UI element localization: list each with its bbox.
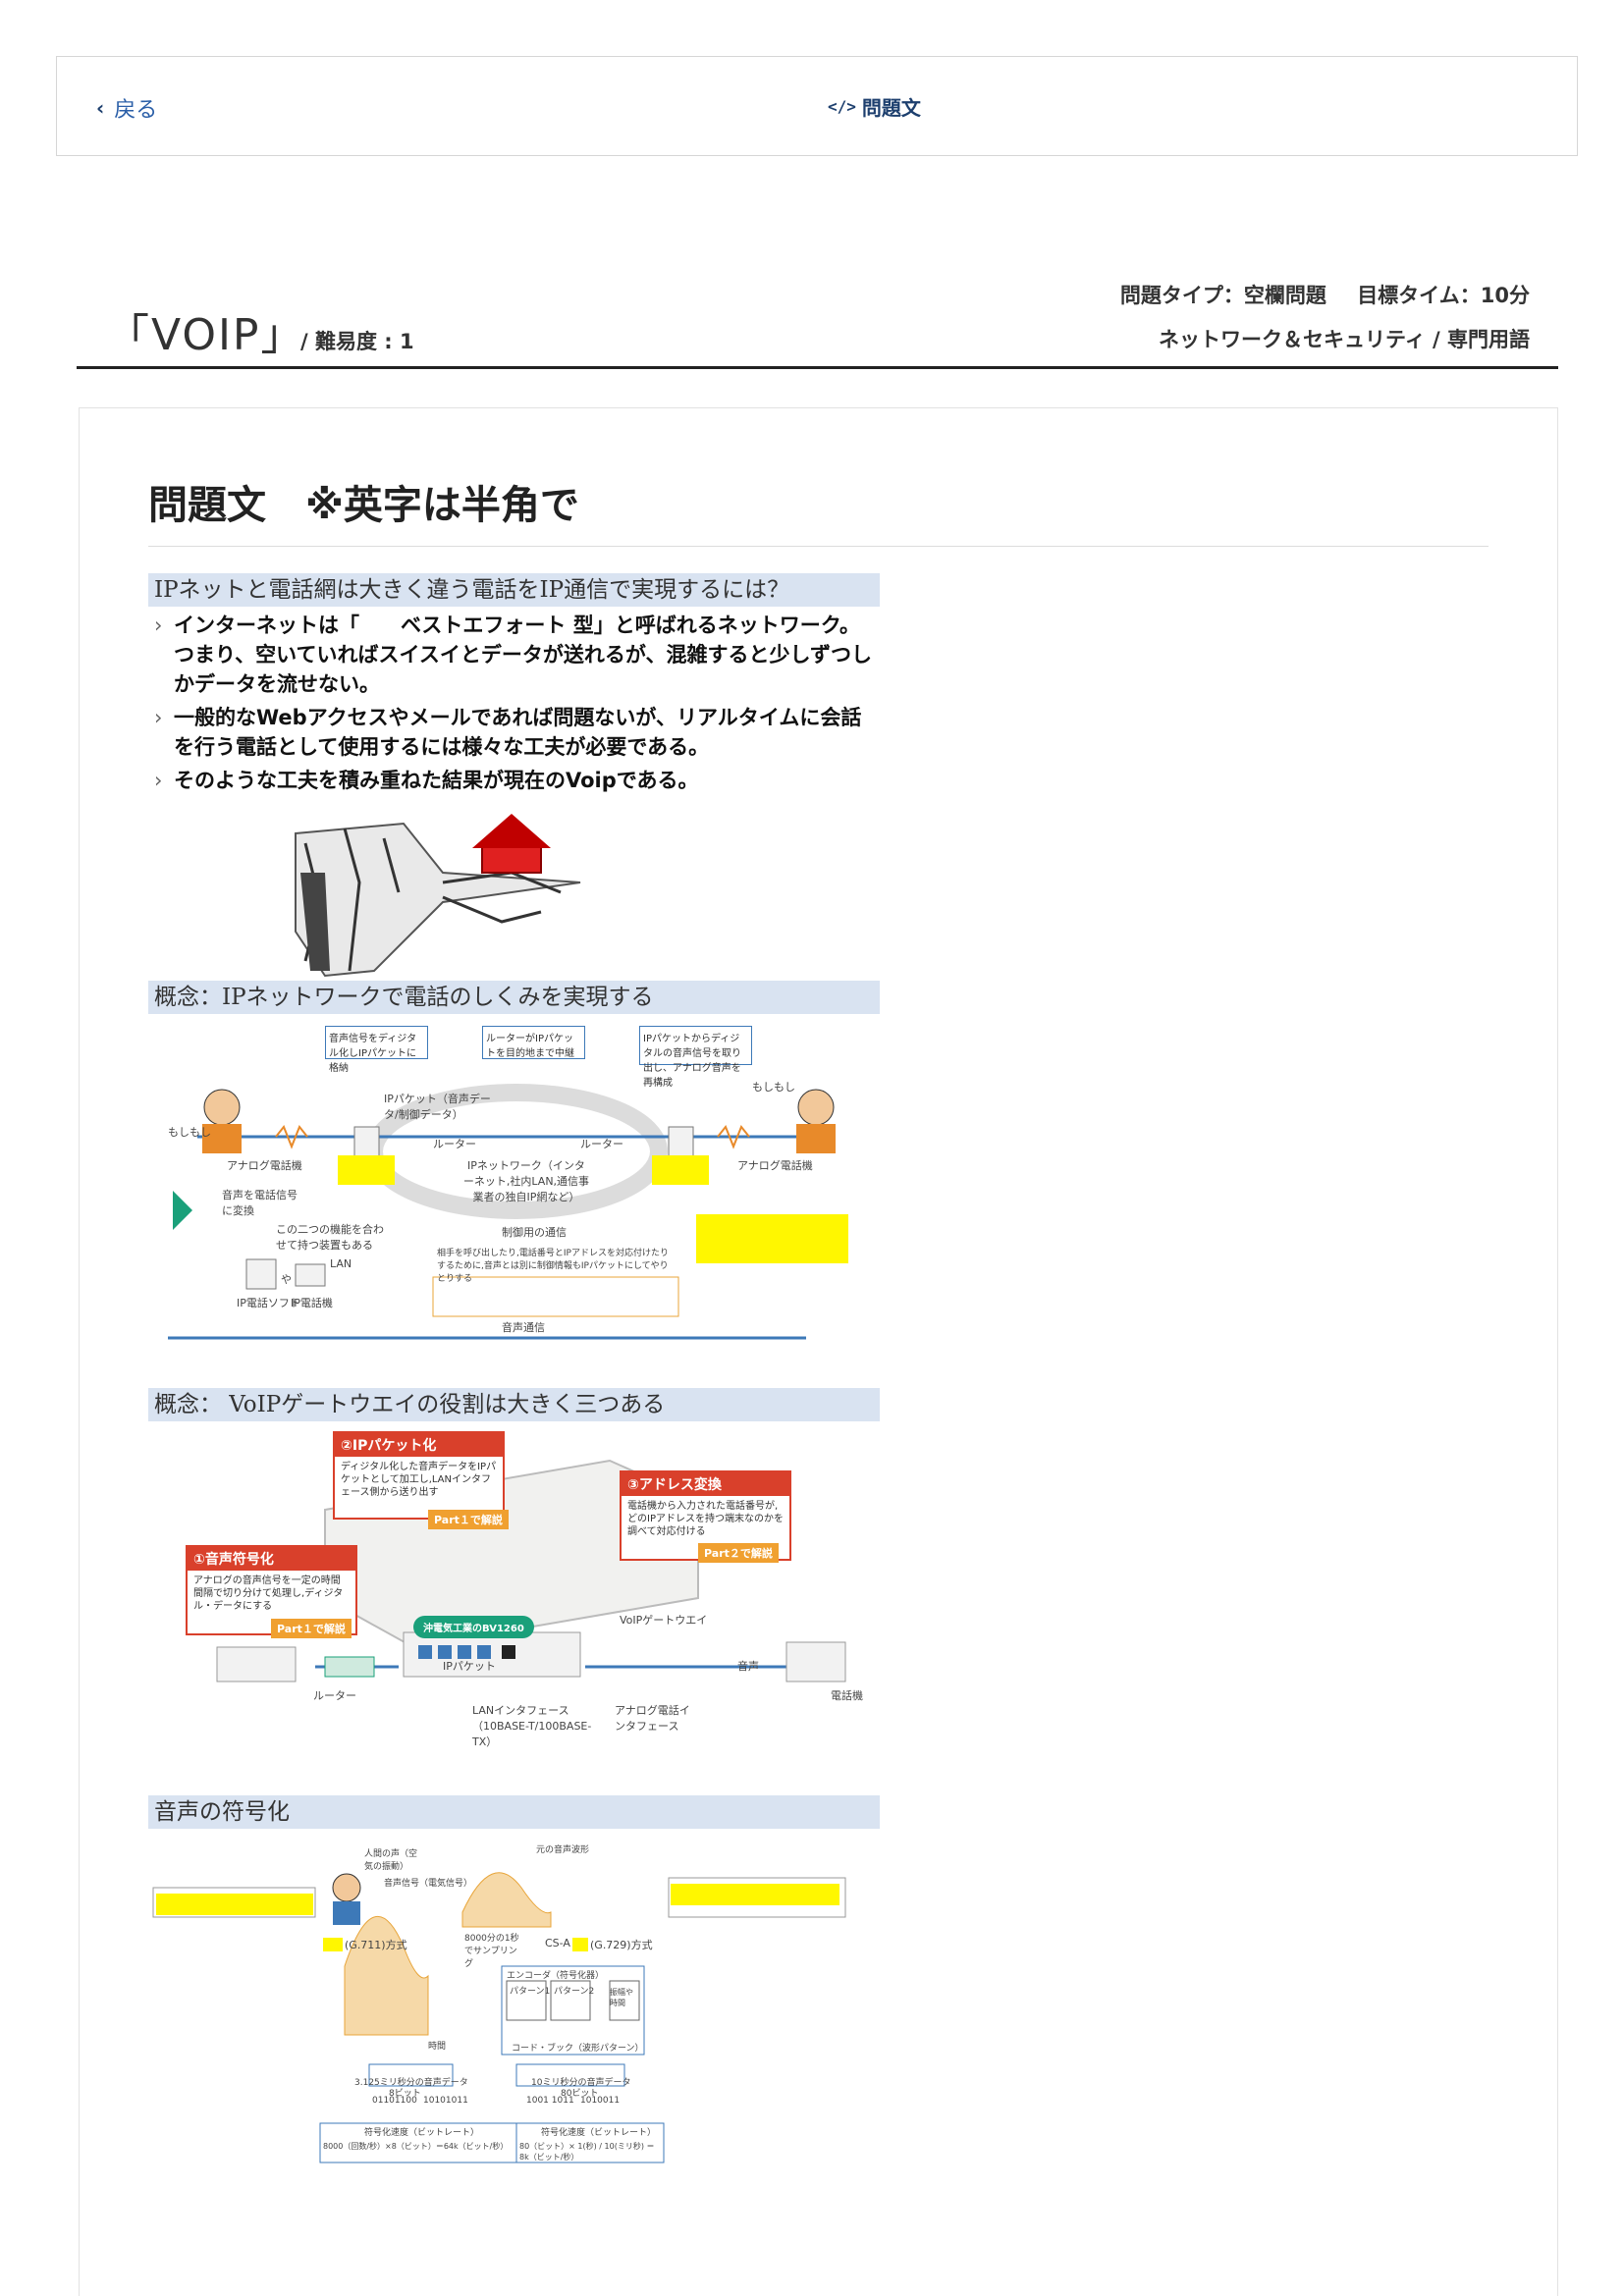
rate-label-1: 符号化速度（ビットレート） [364, 2128, 480, 2138]
tab-question-label: 問題文 [861, 96, 921, 120]
moshimoshi-right: もしもし [752, 1081, 795, 1094]
ip-packet-label-3: IPパケット [443, 1660, 496, 1673]
role-3-body: 電話機から入力された電話番号が,どのIPアドレスを持つ端末なのかを調べて対応付け… [627, 1501, 784, 1537]
role-3-heading: ③アドレス変換 [622, 1472, 789, 1496]
voice-signal-label: 音声信号（電気信号） [384, 1879, 473, 1889]
step4-label: IPパケットからディジタルの音声信号を取り出し、アナログ音声を再構成 [639, 1026, 752, 1089]
code-icon: </> [828, 97, 856, 116]
code-2: 10101011 [423, 2096, 468, 2106]
code-3: 1001 1011 [526, 2096, 574, 2106]
step3-label: 音声信号をディジタル化しIPパケットに格納 [325, 1026, 428, 1074]
slide-4: 音声の符号化 (G.711)方式 CS-A (G.729)方式 人間の声（空気の… [148, 1795, 880, 2208]
role-1-heading: ①音声符号化 [188, 1547, 355, 1571]
ipphone-label: IP電話機 [291, 1297, 333, 1309]
control-note: 相手を呼び出したり,電話番号とIPアドレスを対応付けたりするために,音声とは別に… [437, 1249, 669, 1284]
slide-3-title: 概念： VoIPゲートウエイの役割は大きく三つある [148, 1388, 880, 1421]
code-4: 1010011 [580, 2096, 621, 2106]
role-1-tag: Part１で解説 [271, 1619, 352, 1638]
target-time: 目標タイム：10分 [1357, 284, 1530, 307]
role-2-heading: ②IPパケット化 [335, 1433, 503, 1457]
ip-packet-label: IPパケット（音声データ/制御データ） [384, 1093, 491, 1121]
slide-1-title: IPネットと電話網は大きく違う電話をIP通信で実現するには？ [148, 573, 880, 607]
or-label: や [281, 1273, 292, 1286]
slide-3: 概念： VoIPゲートウエイの役割は大きく三つある ②IPパケット化 ディジタル… [148, 1388, 880, 1756]
control-label: 制御用の通信 [502, 1226, 567, 1239]
pattern-1-label: パターン1 [510, 1987, 551, 1997]
back-label: 戻る [114, 98, 158, 123]
wave-label: 元の音声波形 [536, 1845, 590, 1855]
ip-network-label: IPネットワーク（インターネット,社内LAN,通信事業者の独自IP網など） [462, 1159, 590, 1203]
slide-4-title: 音声の符号化 [148, 1795, 880, 1829]
analog-phone-left: アナログ電話機 [227, 1159, 302, 1172]
question-type: 問題タイプ：空欄問題 [1119, 284, 1326, 307]
device-name: 沖電気工業のBV1260 [413, 1616, 534, 1638]
difficulty: / 難易度 : 1 [300, 330, 414, 353]
codebook-label: コード・ブック（波形パターン） [512, 2044, 644, 2054]
router-1: ルーター [433, 1138, 476, 1150]
amplitude-label: 振幅や時間 [610, 1988, 633, 2007]
slide-2: 概念：IPネットワークで電話のしくみを実現する 音声信号をディジタル化しIPパケ… [148, 981, 880, 1373]
cs-label: CS-A [545, 1937, 570, 1949]
rate-label-2: 符号化速度（ビットレート） [541, 2128, 657, 2138]
code-1: 01101100 [372, 2096, 417, 2106]
router-2: ルーター [580, 1138, 623, 1150]
rate-formula-1: 8000（回数/秒）×8（ビット）＝64k（ビット/秒） [323, 2142, 509, 2151]
combine-note: この二つの機能を合わせて持つ装置もある [276, 1223, 384, 1252]
encoder-label: エンコーダ（符号化器） [507, 1971, 605, 1981]
page-title: 「VOIP」 [106, 310, 306, 360]
question-meta: 問題タイプ：空欄問題 目標タイム：10分 [1120, 280, 1530, 309]
gateway-label: VoIPゲートウエイ [620, 1614, 708, 1627]
analog-phone-right: アナログ電話機 [737, 1159, 813, 1172]
step1-label: 音声を電話信号に変換 [222, 1189, 298, 1217]
pattern-2-label: パターン2 [554, 1987, 595, 1997]
slide-2-title: 概念：IPネットワークで電話のしくみを実現する [148, 981, 880, 1014]
title-divider [77, 366, 1558, 369]
role-3-tag: Part２で解説 [698, 1543, 779, 1563]
role-2-body: ディジタル化した音声データをIPパケットとして加工し,LANインタフェース側から… [341, 1462, 497, 1498]
voice-comm-label: 音声通信 [502, 1321, 545, 1334]
analog-interface-label: アナログ電話インタフェース [615, 1704, 690, 1733]
blank-box-6 [323, 1938, 343, 1951]
blank-box-2 [652, 1155, 709, 1185]
cracked-ground-house-image [295, 814, 581, 978]
blank-box-4 [156, 1894, 313, 1915]
moshimoshi-left: もしもし [168, 1126, 211, 1139]
role-ip-packetize: ②IPパケット化 ディジタル化した音声データをIPパケットとして加工し,LANイ… [333, 1431, 505, 1520]
voice-origin-label: 人間の声（空気の振動） [364, 1849, 418, 1872]
g711-label: (G.711)方式 [345, 1939, 407, 1951]
lan-interface-label: LANインタフェース（10BASE-T/100BASE-TX） [472, 1704, 592, 1748]
role-1-body: アナログの音声信号を一定の時間間隔で切り分けて処理し,ディジタル・データにする [193, 1575, 344, 1612]
slide-1-bullet: インターネットは「 ベストエフォート 型」と呼ばれるネットワーク。つまり、空いて… [148, 611, 880, 699]
role-2-tag: Part１で解説 [428, 1510, 509, 1529]
router-label-3: ルーター [313, 1689, 356, 1702]
blank-box-3 [696, 1214, 848, 1263]
phone-label-3: 電話機 [831, 1689, 863, 1702]
back-button[interactable]: ‹ 戻る [96, 92, 157, 124]
slide-1-bullet: そのような工夫を積み重ねた結果が現在のVoipである。 [148, 766, 880, 795]
question-category: ネットワーク＆セキュリティ / 専門用語 [1158, 328, 1530, 351]
slide-1: IPネットと電話網は大きく違う電話をIP通信で実現するには？ インターネットは「… [148, 573, 880, 981]
tab-question[interactable]: </> 問題文 [828, 92, 921, 121]
chevron-left-icon: ‹ [96, 96, 105, 120]
lan-label: LAN [330, 1257, 352, 1270]
step-router-label: ルーターがIPパケットを目的地まで中継 [482, 1026, 585, 1059]
question-divider [148, 546, 1489, 547]
voice-label-3: 音声 [737, 1660, 759, 1673]
blank-box-7 [572, 1938, 588, 1951]
blank-box-1 [338, 1155, 395, 1185]
blank-box-5 [671, 1884, 839, 1905]
sampling-label: 8000分の1秒でサンプリング [464, 1934, 519, 1969]
time-label: 時間 [428, 2042, 447, 2052]
question-card: 問題文 ※英字は半角で IPネットと電話網は大きく違う電話をIP通信で実現するに… [79, 407, 1558, 2296]
g729-label: (G.729)方式 [590, 1939, 653, 1951]
rate-formula-2: 80（ビット）× 1(秒) / 10(ミリ秒) ＝ 8k（ビット/秒） [519, 2142, 655, 2162]
top-nav-bar: ‹ 戻る </> 問題文 [56, 56, 1578, 156]
question-heading: 問題文 ※英字は半角で [148, 483, 579, 528]
slide-1-bullet: 一般的なWebアクセスやメールであれば問題ないが、リアルタイムに会話を行う電話と… [148, 703, 880, 762]
